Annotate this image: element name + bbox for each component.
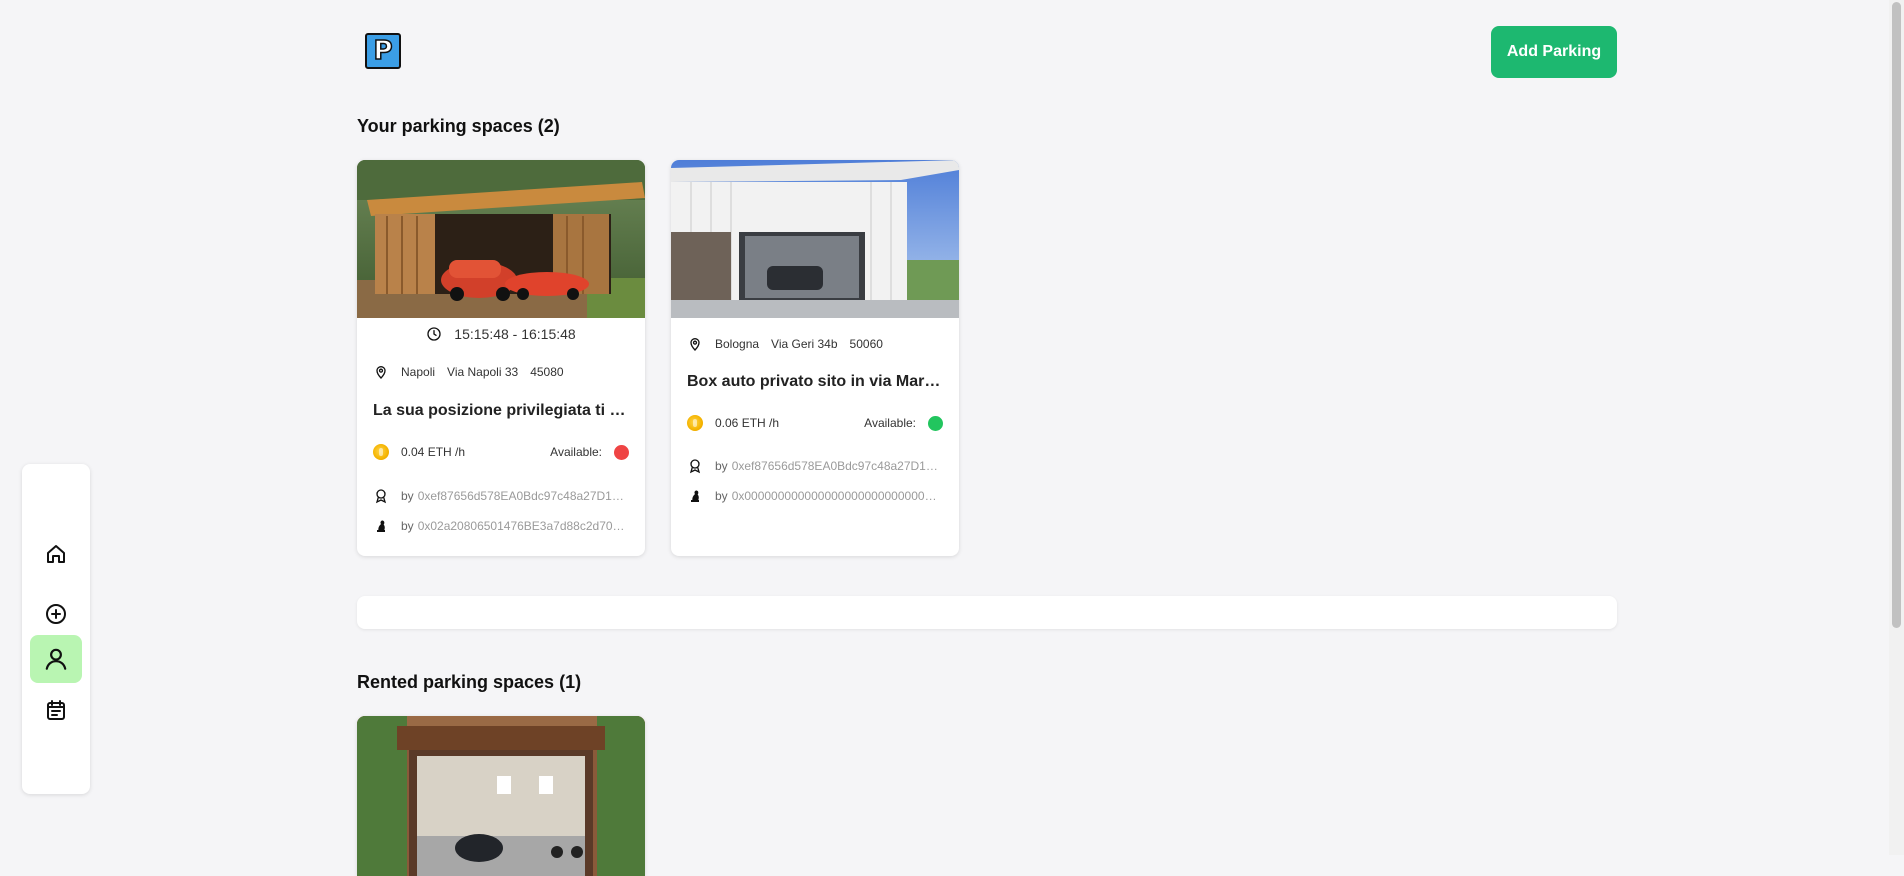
- parking-title: La sua posizione privilegiata ti consent…: [373, 402, 629, 419]
- own-parking-title: Your parking spaces (2): [357, 116, 560, 136]
- parking-image: [671, 160, 959, 318]
- renter-address[interactable]: 0x00000000000000000000000000000000000000…: [732, 489, 942, 503]
- coin-icon: [687, 415, 703, 431]
- parking-image: [357, 160, 645, 318]
- rented-parking-title: Rented parking spaces (1): [357, 672, 582, 692]
- availability: Available:: [550, 444, 629, 460]
- price-row: 0.06 ETH /h Available:: [687, 415, 943, 431]
- owner-badge-icon: [689, 459, 701, 474]
- location-row: Bologna Via Geri 34b 50060: [687, 336, 943, 352]
- owner-badge-icon: [375, 489, 387, 504]
- owner-address[interactable]: 0xef87656d578EA0Bdc97c48a27D1A3b5e6c0d4f…: [418, 489, 628, 503]
- availability: Available:: [864, 415, 943, 431]
- parking-image: [357, 716, 645, 876]
- parking-card[interactable]: Bologna Via Geri 34b 50060 Box auto priv…: [671, 160, 959, 556]
- parking-title-row: La sua posizione privilegiata ti consent…: [373, 402, 629, 420]
- nav-home[interactable]: [30, 530, 82, 578]
- sidebar: [22, 464, 90, 794]
- nav-add[interactable]: [30, 590, 82, 638]
- location-pin-icon: [376, 366, 386, 379]
- nav-calendar[interactable]: [30, 686, 82, 734]
- clock-icon: [427, 327, 441, 341]
- scrollbar-thumb[interactable]: [1892, 2, 1901, 628]
- location-row: Napoli Via Napoli 33 45080: [373, 364, 629, 380]
- renter-address[interactable]: 0x02a20806501476BE3a7d88c2d70b9e1c44a3f8…: [418, 519, 628, 533]
- section-divider: [357, 596, 1617, 629]
- user-icon: [45, 648, 67, 670]
- nav-profile[interactable]: [30, 635, 82, 683]
- price-row: 0.04 ETH /h Available:: [373, 444, 629, 460]
- price: 0.06 ETH /h: [715, 416, 780, 430]
- renter-icon: [377, 520, 385, 532]
- renter-icon: [691, 490, 699, 502]
- home-icon: [47, 545, 65, 563]
- availability-dot: [928, 415, 943, 431]
- parking-title-row: Box auto privato sito in via Marco Polo: [687, 373, 943, 391]
- price: 0.04 ETH /h: [401, 445, 466, 459]
- owner-row: by 0xef87656d578EA0Bdc97c48a27D1A3b5e6c0…: [373, 488, 629, 504]
- availability-dot: [614, 444, 629, 460]
- parking-card[interactable]: 15:15:48 - 16:15:48 Napoli Via Napoli 33…: [357, 160, 645, 556]
- logo: P: [365, 33, 401, 69]
- parking-title: Box auto privato sito in via Marco Polo: [687, 373, 943, 390]
- coin-icon: [373, 444, 389, 460]
- renter-row: by 0x00000000000000000000000000000000000…: [687, 488, 943, 504]
- time-range: 15:15:48 - 16:15:48: [373, 326, 629, 342]
- location-pin-icon: [690, 338, 700, 351]
- add-circle-icon: [46, 604, 66, 624]
- renter-row: by 0x02a20806501476BE3a7d88c2d70b9e1c44a…: [373, 518, 629, 534]
- owner-row: by 0xef87656d578EA0Bdc97c48a27D1A3b5e6c0…: [687, 458, 943, 474]
- add-parking-button[interactable]: Add Parking: [1491, 26, 1617, 78]
- calendar-icon: [47, 700, 65, 720]
- rented-parking-card[interactable]: [357, 716, 645, 876]
- scrollbar[interactable]: [1889, 0, 1904, 855]
- owner-address[interactable]: 0xef87656d578EA0Bdc97c48a27D1A3b5e6c0d4f…: [732, 459, 942, 473]
